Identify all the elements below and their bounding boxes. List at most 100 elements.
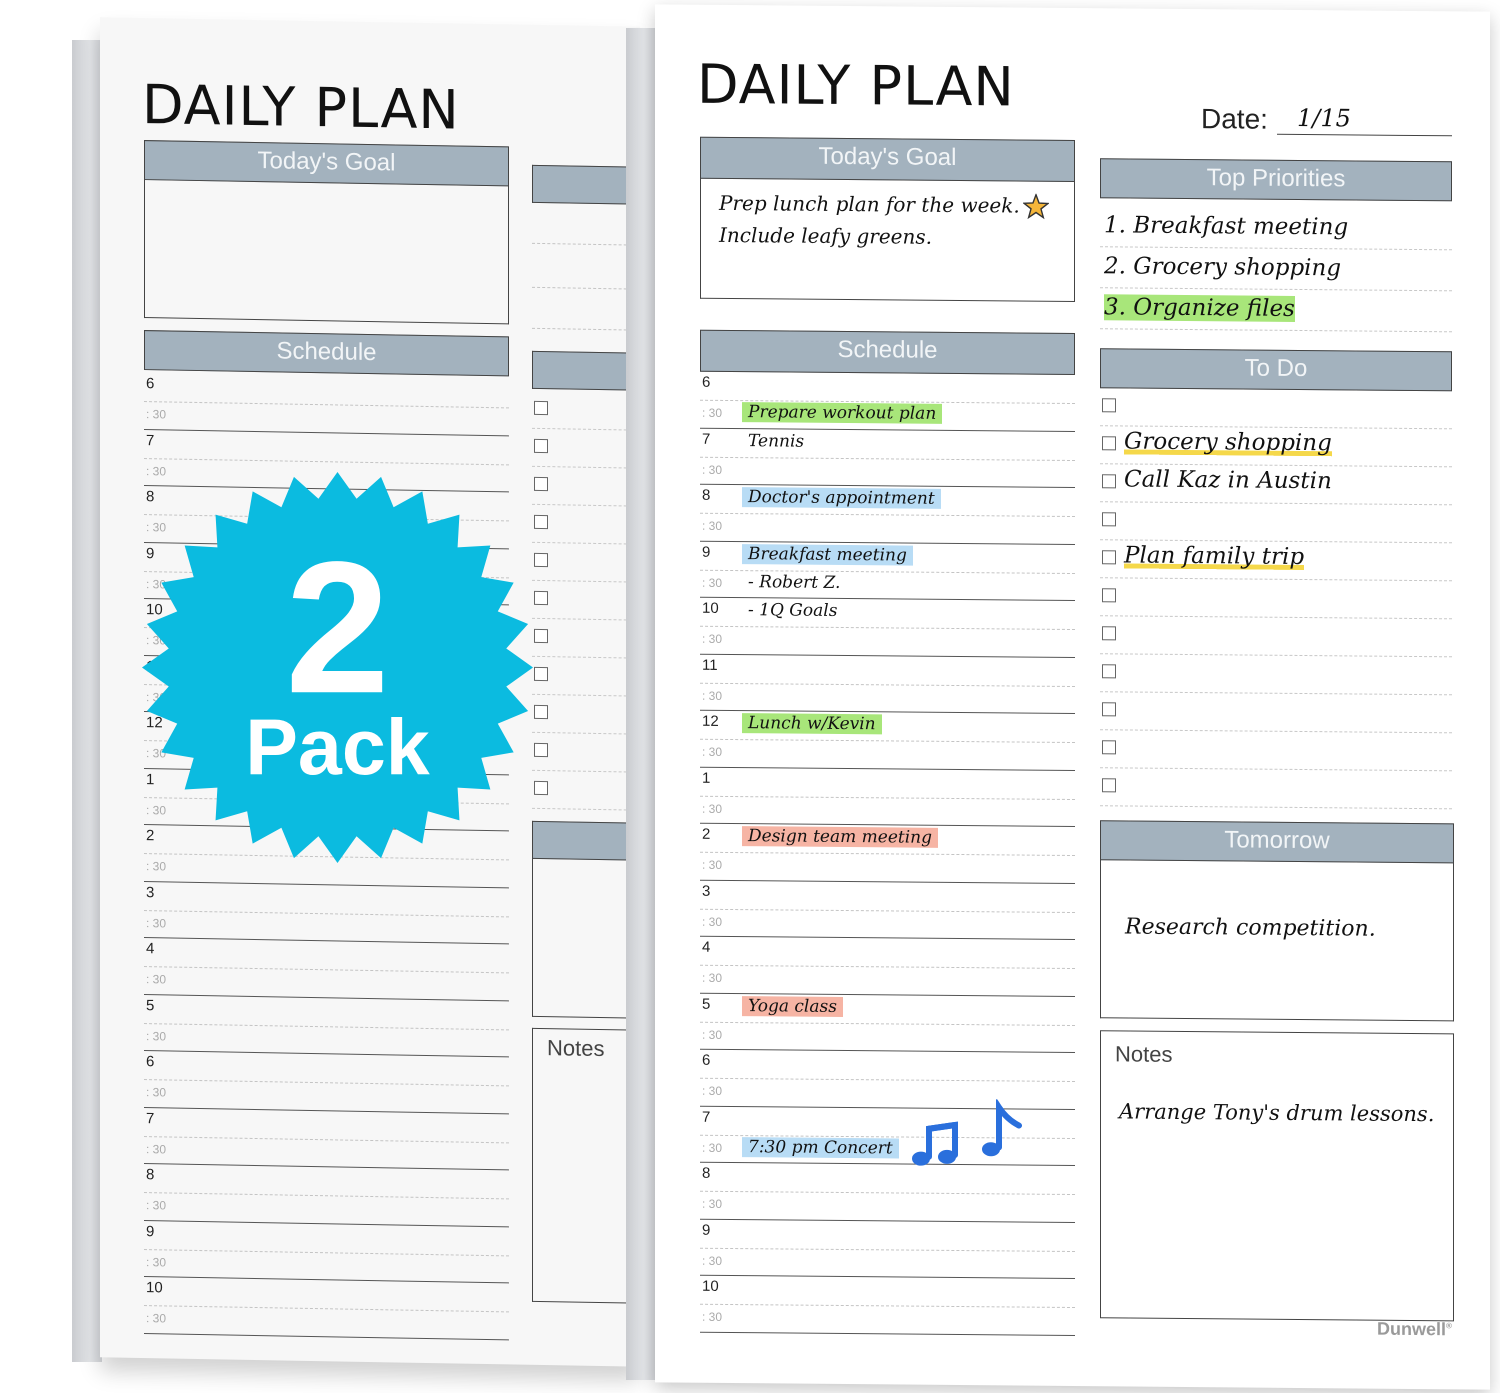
schedule-entry: Lunch w/Kevin <box>742 713 882 735</box>
todo-checkbox[interactable] <box>534 704 548 720</box>
todo-checkbox[interactable] <box>534 666 548 682</box>
todo-item <box>1100 388 1452 430</box>
half-hour-label: : 30 <box>146 972 167 987</box>
priority-text: 3. Organize files <box>1104 294 1295 322</box>
todo-checkbox[interactable] <box>1102 740 1116 755</box>
priorities-header: Top Priorities <box>1100 158 1452 202</box>
brand-mark: ® <box>1446 1321 1452 1331</box>
todo-checkbox[interactable] <box>1102 512 1116 527</box>
schedule-entry: Design team meeting <box>742 826 938 848</box>
schedule-row[interactable]: 10 : 30 <box>700 1275 1075 1336</box>
todo-checkbox[interactable] <box>1102 474 1116 489</box>
schedule-row[interactable]: 6: 30 <box>144 373 509 436</box>
todo-checkbox[interactable] <box>1102 588 1116 603</box>
schedule-row[interactable]: 7: 30 <box>144 1107 509 1171</box>
half-hour-divider <box>700 1190 1075 1196</box>
schedule-row[interactable]: 5: 30 <box>144 994 509 1058</box>
schedule-row[interactable]: 8: 30 <box>144 1164 509 1227</box>
tomorrow-box[interactable]: Research competition. <box>1100 858 1454 1022</box>
schedule-row[interactable]: 4: 30 <box>700 936 1075 997</box>
schedule-row[interactable]: 9: 30 Breakfast meeting - Robert Z. <box>700 541 1075 602</box>
schedule-row[interactable]: 4: 30 <box>144 938 509 1001</box>
schedule-row[interactable]: 9: 30 <box>700 1219 1075 1280</box>
front-page-title: DAILY PLAN <box>697 52 1015 119</box>
half-hour-divider <box>700 512 1075 518</box>
priority-item[interactable]: 1. Breakfast meeting <box>1100 206 1452 251</box>
priority-item[interactable]: 2. Grocery shopping <box>1100 247 1452 292</box>
todo-checkbox[interactable] <box>534 400 548 416</box>
todo-checkbox[interactable] <box>534 438 548 454</box>
schedule-row[interactable]: 5: 30 Yoga class <box>700 993 1075 1054</box>
half-hour-divider <box>144 401 509 409</box>
todo-checkbox[interactable] <box>534 590 548 606</box>
todo-checkbox[interactable] <box>1102 626 1116 641</box>
schedule-row[interactable]: 10: 30 <box>144 1277 509 1340</box>
todo-item <box>1100 768 1452 810</box>
priority-item[interactable]: 3. Organize files <box>1100 288 1452 333</box>
schedule-row[interactable]: 3: 30 <box>144 881 509 945</box>
half-hour-label: : 30 <box>702 1309 723 1324</box>
todo-checkbox[interactable] <box>534 476 548 492</box>
schedule-row[interactable]: 6: 30 <box>144 1051 509 1114</box>
schedule-row[interactable]: 10: 30 - 1Q Goals <box>700 597 1075 658</box>
half-hour-label: : 30 <box>146 1254 167 1269</box>
todo-item <box>1100 654 1452 696</box>
hour-label: 8 <box>146 1166 155 1184</box>
half-hour-label: : 30 <box>146 407 167 422</box>
half-hour-divider <box>144 1248 509 1256</box>
back-schedule-header: Schedule <box>144 330 509 377</box>
todo-checkbox[interactable] <box>1102 398 1116 413</box>
goal-box[interactable]: Prep lunch plan for the week. Include le… <box>700 176 1075 303</box>
todo-checkbox[interactable] <box>1102 778 1116 793</box>
date-value: 1/15 <box>1297 103 1351 133</box>
brand-name: Dunwell <box>1377 1318 1447 1340</box>
front-pad-edge <box>626 28 656 1380</box>
half-hour-divider <box>144 1022 509 1030</box>
half-hour-label: : 30 <box>702 914 723 929</box>
todo-checkbox[interactable] <box>534 742 548 758</box>
todo-item <box>1100 692 1452 734</box>
notes-text: Arrange Tony's drum lessons. <box>1119 1099 1435 1127</box>
todo-checkbox[interactable] <box>1102 664 1116 679</box>
half-hour-label: : 30 <box>702 631 723 646</box>
hour-label: 9 <box>702 543 711 561</box>
todo-checkbox[interactable] <box>534 780 548 796</box>
date-field[interactable]: 1/15 <box>1277 104 1452 137</box>
half-hour-label: : 30 <box>702 970 723 985</box>
todo-checkbox[interactable] <box>1102 550 1116 565</box>
hour-label: 10 <box>702 1277 719 1295</box>
todo-checkbox[interactable] <box>1102 702 1116 717</box>
half-hour-divider <box>700 964 1075 970</box>
goal-line-2: Include leafy greens. <box>719 222 933 249</box>
schedule-row[interactable]: 1: 30 <box>700 767 1075 828</box>
half-hour-label: : 30 <box>146 1311 167 1326</box>
schedule-entry: Doctor's appointment <box>742 487 941 509</box>
half-hour-divider <box>144 909 509 917</box>
schedule-row[interactable]: 9 : 30 <box>144 1220 509 1284</box>
half-hour-divider <box>144 1079 509 1087</box>
schedule-row[interactable]: 2: 30 Design team meeting <box>700 823 1075 884</box>
schedule-row[interactable]: 8: 30 Doctor's appointment <box>700 484 1075 545</box>
schedule-row[interactable]: 11: 30 <box>700 654 1075 715</box>
half-hour-label: : 30 <box>146 1141 167 1156</box>
schedule-row[interactable]: 12: 30 Lunch w/Kevin <box>700 710 1075 771</box>
hour-label: 9 <box>146 1222 155 1240</box>
todo-text: Grocery shopping <box>1124 428 1332 457</box>
half-hour-label: : 30 <box>702 1196 723 1211</box>
schedule-row[interactable]: 3: 30 <box>700 880 1075 941</box>
todo-checkbox[interactable] <box>534 628 548 644</box>
todo-text: Call Kaz in Austin <box>1124 466 1332 495</box>
schedule-row[interactable]: 6: 30 Prepare workout plan <box>700 371 1075 432</box>
tomorrow-text: Research competition. <box>1125 914 1376 942</box>
back-goal-box <box>144 178 509 325</box>
todo-item: Call Kaz in Austin <box>1100 464 1452 506</box>
todo-checkbox[interactable] <box>534 514 548 530</box>
todo-checkbox[interactable] <box>534 552 548 568</box>
half-hour-divider <box>144 1135 509 1143</box>
schedule-row[interactable]: 8: 30 <box>700 1162 1075 1223</box>
priorities-list: 1. Breakfast meeting 2. Grocery shopping 3… <box>1100 206 1452 333</box>
schedule-row[interactable]: 7: 30 Tennis <box>700 428 1075 489</box>
notes-box[interactable]: Notes Arrange Tony's drum lessons. <box>1100 1030 1454 1322</box>
schedule-header: Schedule <box>700 329 1075 376</box>
todo-checkbox[interactable] <box>1102 436 1116 451</box>
